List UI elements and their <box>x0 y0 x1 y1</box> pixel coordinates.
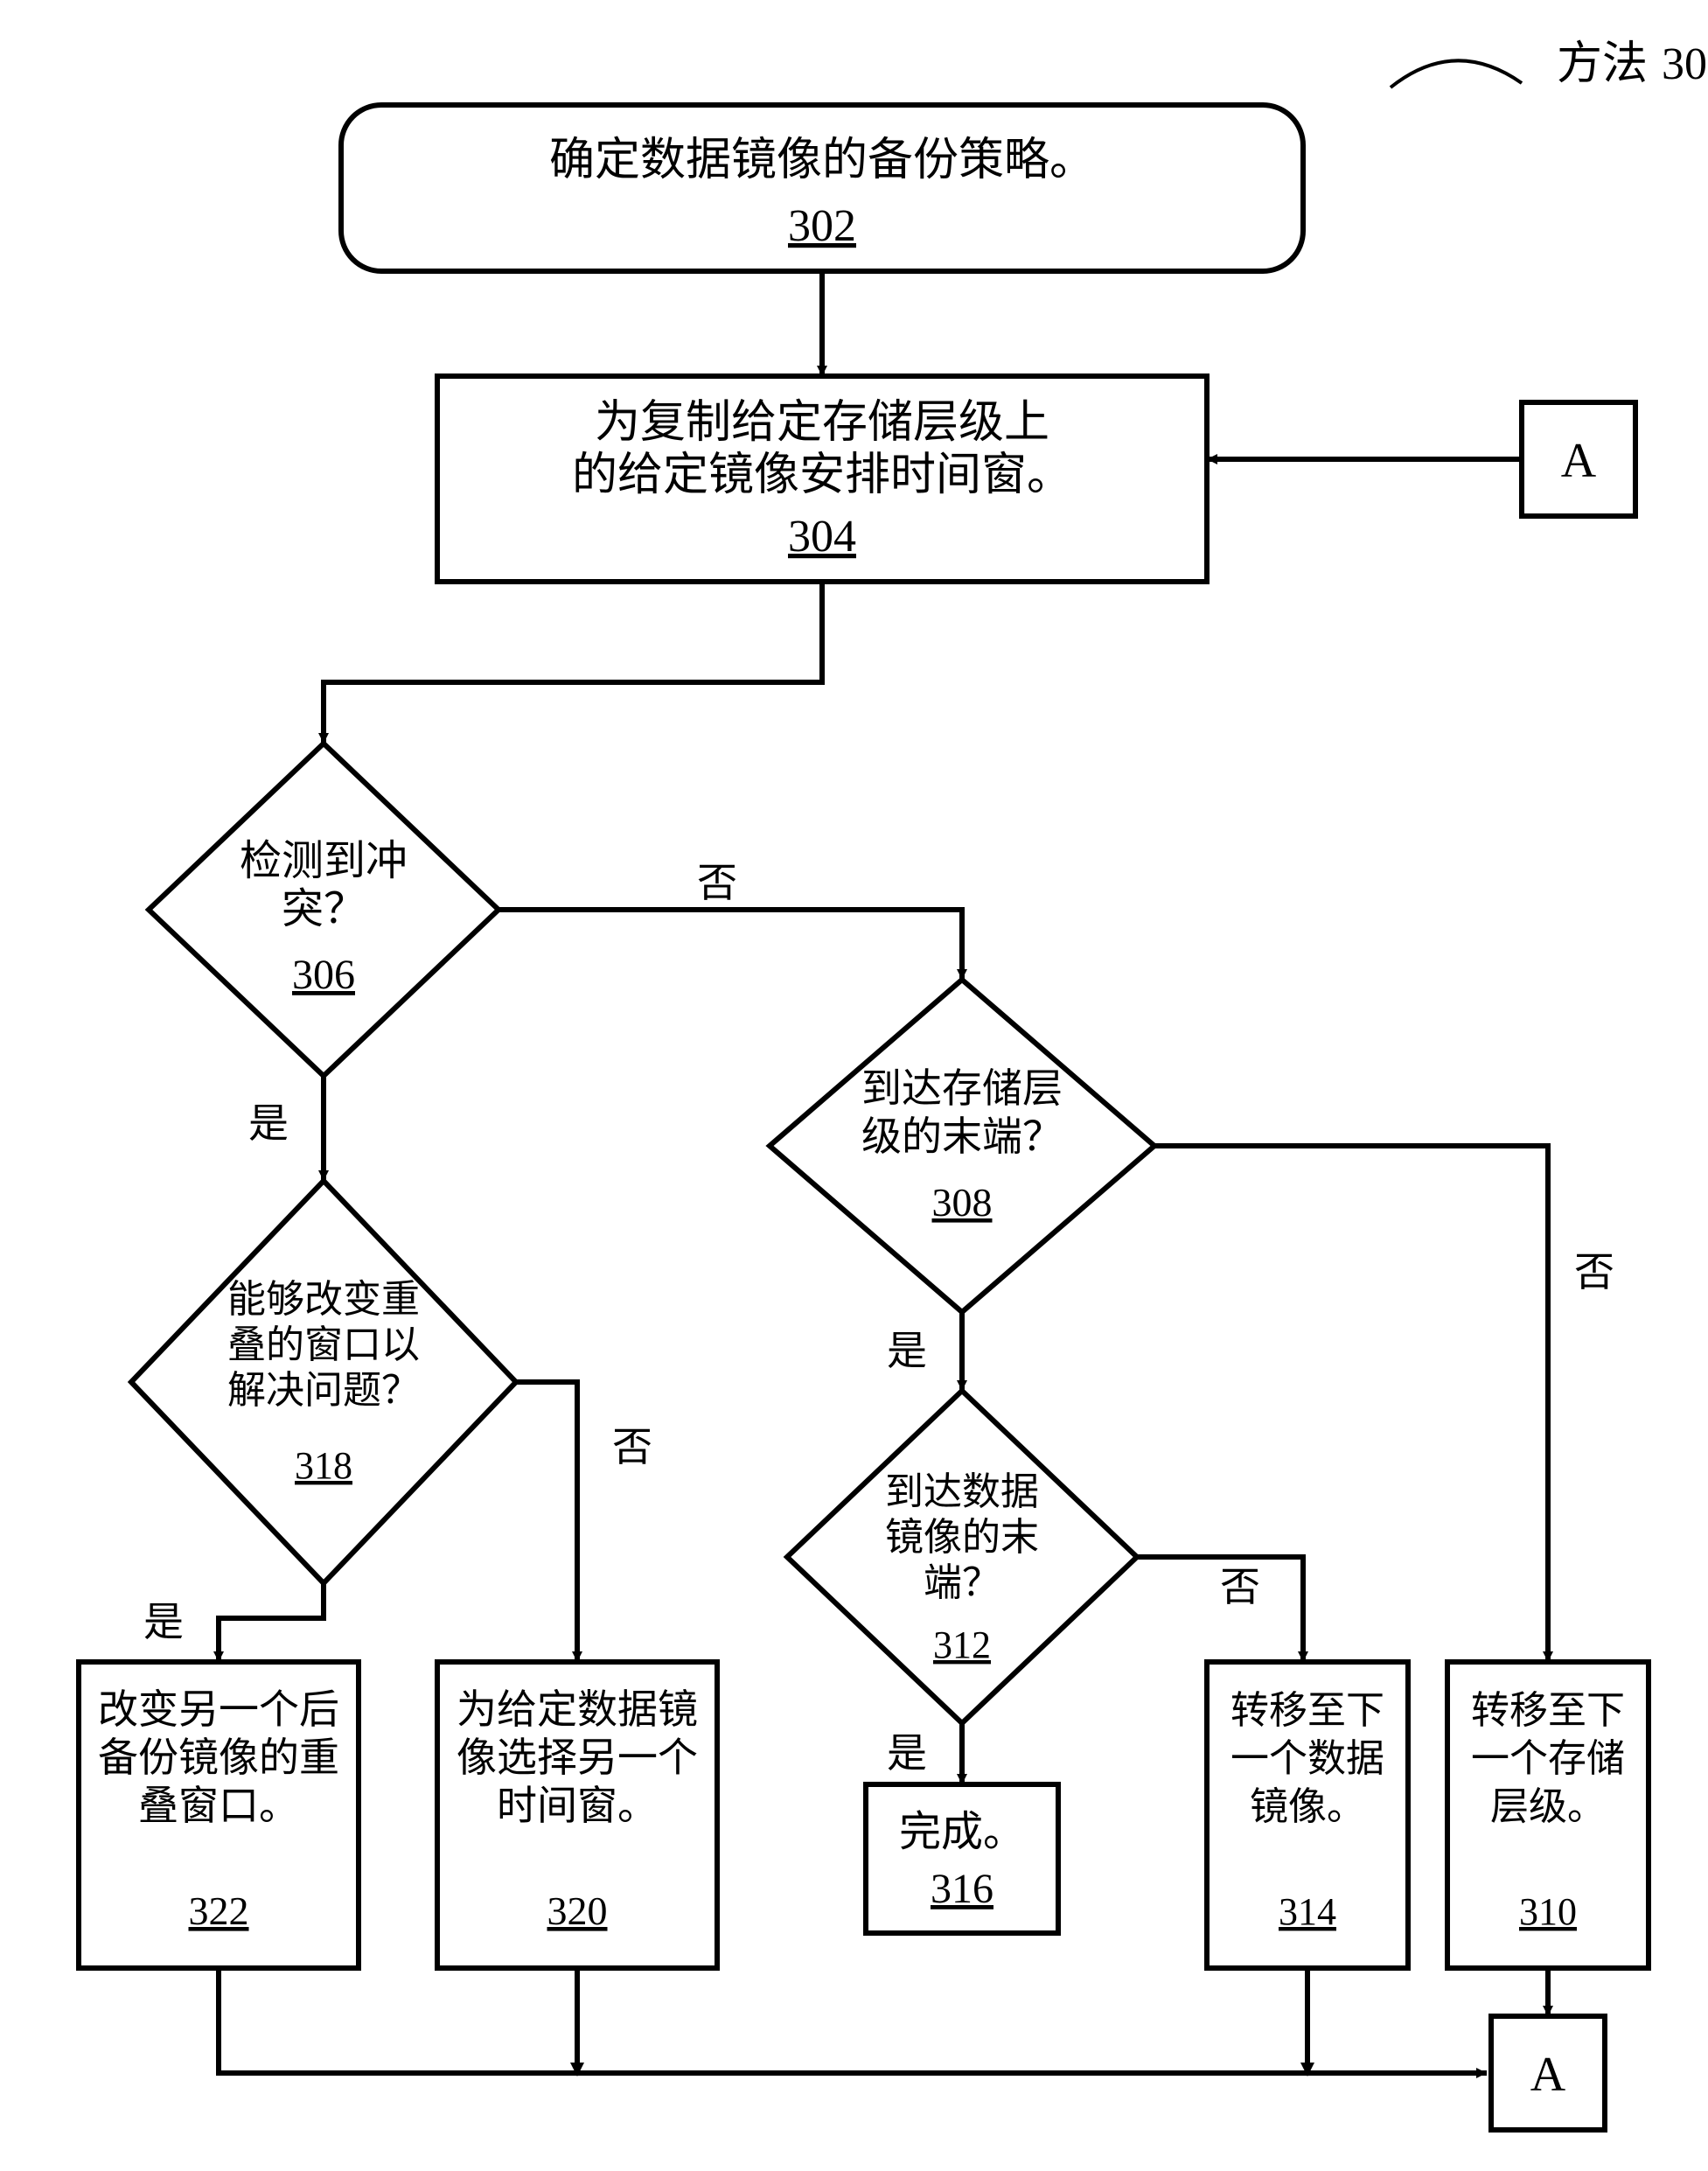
node-310-line1: 转移至下 <box>1471 1689 1625 1732</box>
node-304-line1: 为复制给定存储层级上 <box>595 398 1049 448</box>
diagram-title: 方法 300 <box>1391 39 1708 89</box>
node-310: 转移至下 一个存储 层级。 310 <box>1447 1662 1649 1968</box>
connector-a-top: A <box>1522 402 1635 516</box>
node-314-ref: 314 <box>1279 1890 1336 1933</box>
edge-318-320 <box>516 1382 577 1662</box>
edge-306-no-label: 否 <box>697 861 737 905</box>
edge-308-yes-label: 是 <box>887 1329 927 1373</box>
node-312-line2: 镜像的末 <box>885 1516 1039 1559</box>
connector-a-bottom-label: A <box>1530 2048 1566 2102</box>
node-310-ref: 310 <box>1519 1890 1577 1933</box>
node-312-ref: 312 <box>933 1623 991 1666</box>
node-312-line3: 端？ <box>924 1561 1000 1604</box>
node-306-ref: 306 <box>292 952 355 998</box>
node-318-line3: 解决问题？ <box>227 1369 420 1412</box>
node-318-line2: 叠的窗口以 <box>227 1323 420 1366</box>
node-320-ref: 320 <box>547 1888 608 1933</box>
node-314-line3: 镜像。 <box>1250 1785 1365 1828</box>
node-318-ref: 318 <box>295 1444 352 1487</box>
node-302: 确定数据镜像的备份策略。 302 <box>341 105 1303 271</box>
node-322-ref: 322 <box>189 1888 249 1933</box>
node-320-line1: 为给定数据镜 <box>457 1687 698 1732</box>
node-322-line3: 叠窗口。 <box>138 1784 299 1828</box>
node-322: 改变另一个后 备份镜像的重 叠窗口。 322 <box>79 1662 359 1968</box>
node-316-ref: 316 <box>931 1866 993 1912</box>
edge-306-yes-label: 是 <box>248 1101 289 1146</box>
edge-306-308 <box>498 910 962 980</box>
edge-304-306 <box>324 582 822 743</box>
edge-318-322 <box>219 1583 324 1662</box>
edge-322-a <box>219 1968 1487 2073</box>
connector-a-bottom: A <box>1491 2016 1605 2130</box>
edge-308-no-label: 否 <box>1574 1250 1614 1295</box>
edge-318-yes-label: 是 <box>143 1600 184 1644</box>
node-316-text: 完成。 <box>899 1809 1025 1855</box>
node-314: 转移至下 一个数据 镜像。 314 <box>1207 1662 1408 1968</box>
node-322-line1: 改变另一个后 <box>98 1687 339 1732</box>
node-308-line1: 到达存储层 <box>861 1066 1063 1111</box>
node-306-line2: 突？ <box>282 886 366 932</box>
node-302-text: 确定数据镜像的备份策略。 <box>549 136 1095 185</box>
node-304: 为复制给定存储层级上 的给定镜像安排时间窗。 304 <box>437 376 1207 582</box>
node-322-line2: 备份镜像的重 <box>98 1735 339 1780</box>
connector-a-top-label: A <box>1561 434 1597 488</box>
node-302-ref: 302 <box>788 201 856 251</box>
node-312-line1: 到达数据 <box>885 1470 1039 1513</box>
node-314-line2: 一个数据 <box>1230 1737 1384 1780</box>
node-318: 能够改变重 叠的窗口以 解决问题？ 318 <box>131 1181 516 1583</box>
title-label: 方法 <box>1557 39 1648 89</box>
node-318-line1: 能够改变重 <box>227 1278 420 1321</box>
edge-312-no-label: 否 <box>1220 1565 1260 1609</box>
node-308: 到达存储层 级的末端？ 308 <box>770 980 1154 1312</box>
node-308-ref: 308 <box>932 1180 993 1225</box>
node-308-line2: 级的末端？ <box>861 1114 1063 1159</box>
edge-308-310 <box>1154 1146 1548 1662</box>
title-number: 300 <box>1662 39 1708 89</box>
edge-318-no-label: 否 <box>612 1425 652 1469</box>
edge-312-yes-label: 是 <box>887 1731 927 1776</box>
flowchart-diagram: 方法 300 确定数据镜像的备份策略。 302 为复制给定存储层级上 的给定镜像… <box>0 0 1708 2171</box>
node-312: 到达数据 镜像的末 端？ 312 <box>787 1391 1137 1723</box>
node-310-line3: 层级。 <box>1490 1785 1606 1828</box>
node-316: 完成。 316 <box>866 1784 1058 1933</box>
node-320: 为给定数据镜 像选择另一个 时间窗。 320 <box>437 1662 717 1968</box>
node-320-line3: 时间窗。 <box>497 1784 658 1828</box>
node-310-line2: 一个存储 <box>1471 1737 1625 1780</box>
node-304-ref: 304 <box>788 512 856 562</box>
node-314-line1: 转移至下 <box>1230 1689 1384 1732</box>
node-320-line2: 像选择另一个 <box>457 1735 698 1780</box>
node-306-line1: 检测到冲 <box>240 838 408 884</box>
node-306: 检测到冲 突？ 306 <box>149 743 498 1076</box>
node-304-line2: 的给定镜像安排时间窗。 <box>572 450 1072 500</box>
